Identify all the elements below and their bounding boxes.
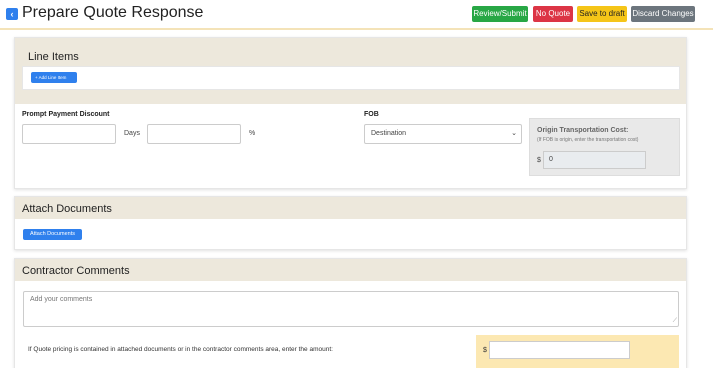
origin-cost-note: (If FOB is origin, enter the transportat…	[537, 137, 639, 143]
line-items-panel: Line Items + Add Line Item Prompt Paymen…	[14, 37, 687, 189]
line-items-header: Line Items + Add Line Item	[15, 38, 686, 104]
pricing-instruction-text: If Quote pricing is contained in attache…	[28, 346, 333, 353]
origin-cost-currency: $	[537, 157, 541, 164]
chevron-down-icon: ⌄	[511, 130, 517, 137]
page-title: Prepare Quote Response	[22, 4, 204, 21]
contractor-comments-title: Contractor Comments	[22, 265, 130, 277]
fob-select[interactable]: Destination ⌄	[364, 124, 522, 144]
fob-label: FOB	[364, 111, 379, 118]
resize-grip-icon[interactable]: ⟋	[673, 318, 677, 325]
prompt-payment-discount-label: Prompt Payment Discount	[22, 111, 110, 118]
days-label: Days	[124, 130, 140, 137]
quote-amount-currency: $	[483, 347, 487, 354]
origin-cost-title: Origin Transportation Cost:	[537, 127, 629, 134]
attach-documents-button[interactable]: Attach Documents	[23, 229, 82, 240]
comments-placeholder: Add your comments	[30, 296, 93, 303]
discard-changes-button[interactable]: Discard Changes	[631, 6, 695, 22]
attach-documents-panel: Attach Documents Attach Documents	[14, 196, 687, 250]
origin-cost-input[interactable]: 0	[543, 151, 646, 169]
attach-documents-title: Attach Documents	[22, 203, 112, 215]
attach-documents-header: Attach Documents	[15, 197, 686, 219]
quote-amount-box: $	[476, 335, 679, 368]
quote-amount-input[interactable]	[489, 341, 630, 359]
chevron-left-icon[interactable]: ‹	[6, 8, 18, 20]
page-header: ‹ Prepare Quote Response Review/Submit N…	[0, 0, 713, 30]
line-items-title: Line Items	[28, 51, 79, 63]
plus-icon: +	[35, 75, 38, 80]
contractor-comments-panel: Contractor Comments Add your comments ⟋ …	[14, 258, 687, 368]
percent-label: %	[249, 130, 256, 137]
save-to-draft-button[interactable]: Save to draft	[577, 6, 627, 22]
contractor-comments-header: Contractor Comments	[15, 259, 686, 281]
review-submit-button[interactable]: Review/Submit	[472, 6, 528, 22]
discount-days-input[interactable]	[147, 124, 241, 144]
no-quote-button[interactable]: No Quote	[533, 6, 573, 22]
comments-textarea[interactable]: Add your comments ⟋	[23, 291, 679, 327]
add-line-item-button[interactable]: + Add Line Item	[31, 72, 77, 83]
discount-percent-input[interactable]	[22, 124, 116, 144]
origin-transportation-cost-box: Origin Transportation Cost: (If FOB is o…	[529, 118, 680, 176]
add-line-item-label: Add Line Item	[38, 75, 67, 80]
line-items-list: + Add Line Item	[22, 66, 680, 90]
fob-selected-value: Destination	[371, 130, 407, 137]
